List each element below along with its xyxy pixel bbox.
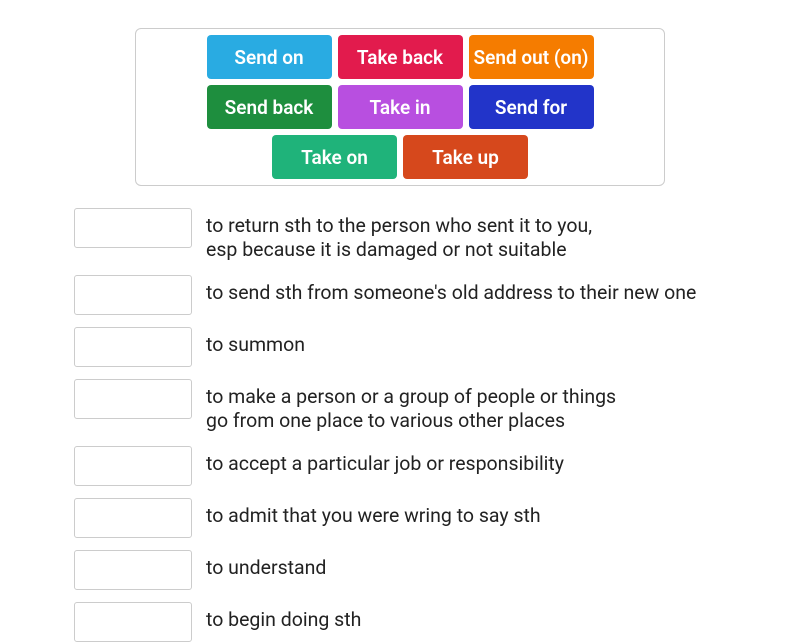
definition-row: to accept a particular job or responsibi…: [74, 446, 800, 486]
definition-row: to understand: [74, 550, 800, 590]
tile-send-back[interactable]: Send back: [207, 85, 332, 129]
tile-take-back[interactable]: Take back: [338, 35, 463, 79]
definition-text: to admit that you were wring to say sth: [206, 498, 541, 528]
definition-text: to make a person or a group of people or…: [206, 379, 616, 434]
tile-take-up[interactable]: Take up: [403, 135, 528, 179]
definition-row: to begin doing sth: [74, 602, 800, 642]
drop-zone[interactable]: [74, 602, 192, 642]
tile-take-on[interactable]: Take on: [272, 135, 397, 179]
definition-row: to summon: [74, 327, 800, 367]
tile-take-in[interactable]: Take in: [338, 85, 463, 129]
definition-text: to return sth to the person who sent it …: [206, 208, 592, 263]
drop-zone[interactable]: [74, 379, 192, 419]
definition-row: to send sth from someone's old address t…: [74, 275, 800, 315]
definition-text: to accept a particular job or responsibi…: [206, 446, 564, 476]
tile-send-for[interactable]: Send for: [469, 85, 594, 129]
drop-zone[interactable]: [74, 327, 192, 367]
definitions-list: to return sth to the person who sent it …: [0, 208, 800, 642]
definition-text: to begin doing sth: [206, 602, 361, 632]
exercise-container: Send on Take back Send out (on) Send bac…: [0, 0, 800, 642]
definition-row: to make a person or a group of people or…: [74, 379, 800, 434]
tile-send-out-on[interactable]: Send out (on): [469, 35, 594, 79]
definition-text: to understand: [206, 550, 326, 580]
drop-zone[interactable]: [74, 446, 192, 486]
drop-zone[interactable]: [74, 550, 192, 590]
tiles-panel: Send on Take back Send out (on) Send bac…: [135, 28, 665, 186]
definition-row: to return sth to the person who sent it …: [74, 208, 800, 263]
definition-text: to summon: [206, 327, 305, 357]
definition-row: to admit that you were wring to say sth: [74, 498, 800, 538]
definition-text: to send sth from someone's old address t…: [206, 275, 696, 305]
tile-send-on[interactable]: Send on: [207, 35, 332, 79]
drop-zone[interactable]: [74, 275, 192, 315]
drop-zone[interactable]: [74, 498, 192, 538]
drop-zone[interactable]: [74, 208, 192, 248]
